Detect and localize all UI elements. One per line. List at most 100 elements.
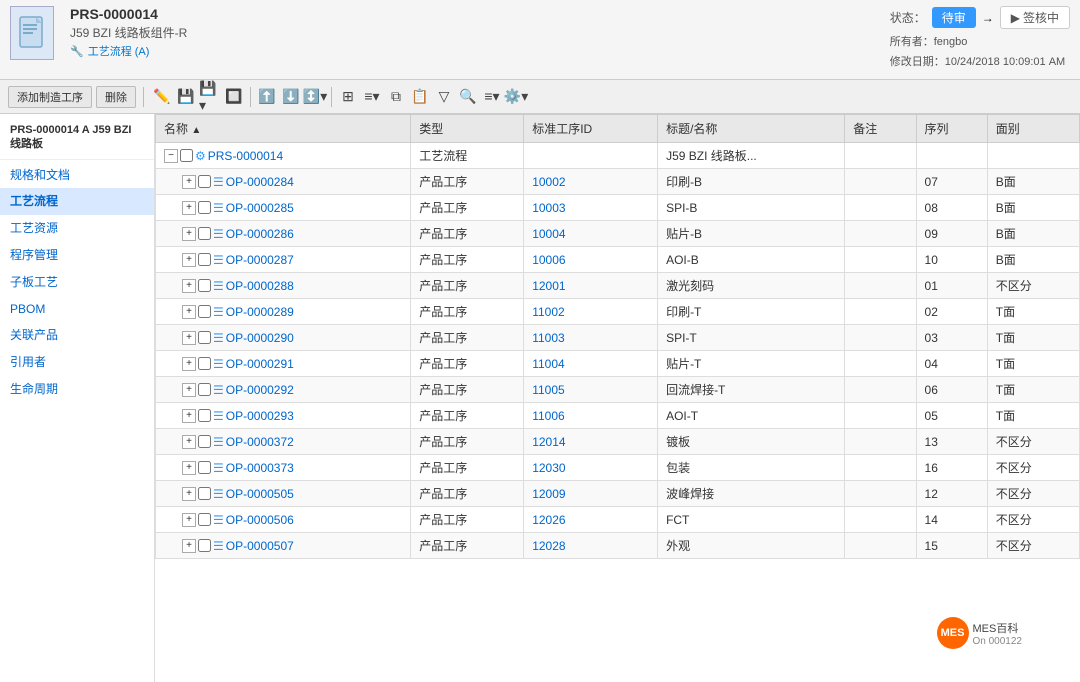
preview-icon[interactable]: 🔲 — [223, 86, 245, 108]
expand-btn-2[interactable]: + — [182, 227, 196, 241]
row-name-link-5[interactable]: OP-0000289 — [226, 305, 294, 319]
row-checkbox-8[interactable] — [198, 383, 211, 396]
row-name-link-3[interactable]: OP-0000287 — [226, 253, 294, 267]
col-note[interactable]: 备注 — [845, 115, 916, 143]
row-checkbox-3[interactable] — [198, 253, 211, 266]
move-down-icon[interactable]: ⬇️ — [280, 86, 302, 108]
more-icon[interactable]: ≡▾ — [481, 86, 503, 108]
row-note-8 — [845, 377, 916, 403]
col-title[interactable]: 标题/名称 — [658, 115, 845, 143]
row-name-link-7[interactable]: OP-0000291 — [226, 357, 294, 371]
expand-btn-12[interactable]: + — [182, 487, 196, 501]
sidebar-item-references[interactable]: 引用者 — [0, 349, 154, 376]
root-note — [845, 143, 916, 169]
expand-btn-1[interactable]: + — [182, 201, 196, 215]
expand-btn-4[interactable]: + — [182, 279, 196, 293]
row-checkbox-11[interactable] — [198, 461, 211, 474]
sidebar-item-process[interactable]: 工艺流程 — [0, 188, 154, 215]
status-normal-label: 签核中 — [1023, 9, 1059, 26]
row-checkbox-4[interactable] — [198, 279, 211, 292]
row-checkbox-12[interactable] — [198, 487, 211, 500]
row-note-9 — [845, 403, 916, 429]
row-name-link-1[interactable]: OP-0000285 — [226, 201, 294, 215]
add-operation-button[interactable]: 添加制造工序 — [8, 86, 92, 108]
expand-btn-11[interactable]: + — [182, 461, 196, 475]
row-checkbox-14[interactable] — [198, 539, 211, 552]
toolbar: 添加制造工序 删除 ✏️ 💾 💾▾ 🔲 ⬆️ ⬇️ ↕️▾ ⊞ ≡▾ ⧉ 📋 ▽… — [0, 80, 1080, 114]
row-std-id-0: 10002 — [524, 169, 658, 195]
col-face[interactable]: 面别 — [987, 115, 1079, 143]
row-checkbox-2[interactable] — [198, 227, 211, 240]
expand-btn-0[interactable]: + — [182, 175, 196, 189]
row-name-link-12[interactable]: OP-0000505 — [226, 487, 294, 501]
sidebar-item-pbom[interactable]: PBOM — [0, 296, 154, 323]
sidebar-item-specs[interactable]: 规格和文档 — [0, 162, 154, 189]
sidebar-item-related[interactable]: 关联产品 — [0, 322, 154, 349]
row-checkbox-10[interactable] — [198, 435, 211, 448]
sidebar-item-lifecycle[interactable]: 生命周期 — [0, 376, 154, 403]
row-std-id-10: 12014 — [524, 429, 658, 455]
status-normal-button[interactable]: ▶ 签核中 — [1000, 6, 1070, 29]
col-std-id[interactable]: 标准工序ID — [524, 115, 658, 143]
expand-btn-7[interactable]: + — [182, 357, 196, 371]
copy-icon[interactable]: ⧉ — [385, 86, 407, 108]
row-name-link-9[interactable]: OP-0000293 — [226, 409, 294, 423]
filter-icon[interactable]: ▽ — [433, 86, 455, 108]
expand-btn-6[interactable]: + — [182, 331, 196, 345]
expand-btn-9[interactable]: + — [182, 409, 196, 423]
sidebar-item-resources[interactable]: 工艺资源 — [0, 215, 154, 242]
save-icon[interactable]: 💾 — [175, 86, 197, 108]
row-checkbox-5[interactable] — [198, 305, 211, 318]
grid-view-icon[interactable]: ⊞ — [337, 86, 359, 108]
row-checkbox-1[interactable] — [198, 201, 211, 214]
root-checkbox[interactable] — [180, 149, 193, 162]
op-icon-11: ☰ — [213, 461, 224, 475]
expand-btn-5[interactable]: + — [182, 305, 196, 319]
expand-btn-3[interactable]: + — [182, 253, 196, 267]
row-name-link-13[interactable]: OP-0000506 — [226, 513, 294, 527]
status-active-button[interactable]: 待审 — [932, 7, 976, 28]
root-name-link[interactable]: PRS-0000014 — [208, 149, 283, 163]
save-options-icon[interactable]: 💾▾ — [199, 86, 221, 108]
row-checkbox-13[interactable] — [198, 513, 211, 526]
sidebar-breadcrumb[interactable]: PRS-0000014 A J59 BZI 线路板 — [0, 118, 154, 157]
paste-icon[interactable]: 📋 — [409, 86, 431, 108]
move-up-icon[interactable]: ⬆️ — [256, 86, 278, 108]
col-type[interactable]: 类型 — [411, 115, 524, 143]
delete-button[interactable]: 删除 — [96, 86, 136, 108]
op-icon-12: ☰ — [213, 487, 224, 501]
row-name-link-2[interactable]: OP-0000286 — [226, 227, 294, 241]
settings-icon[interactable]: ⚙️▾ — [505, 86, 527, 108]
row-title-14: 外观 — [658, 533, 845, 559]
row-checkbox-7[interactable] — [198, 357, 211, 370]
watermark-logo: MES — [937, 617, 969, 649]
sidebar-item-program[interactable]: 程序管理 — [0, 242, 154, 269]
row-name-link-14[interactable]: OP-0000507 — [226, 539, 294, 553]
edit-icon[interactable]: ✏️ — [151, 86, 173, 108]
row-checkbox-0[interactable] — [198, 175, 211, 188]
sidebar-item-subboard[interactable]: 子板工艺 — [0, 269, 154, 296]
row-name-link-11[interactable]: OP-0000373 — [226, 461, 294, 475]
row-name-link-6[interactable]: OP-0000290 — [226, 331, 294, 345]
expand-btn-14[interactable]: + — [182, 539, 196, 553]
list-view-icon[interactable]: ≡▾ — [361, 86, 383, 108]
row-seq-8: 06 — [916, 377, 987, 403]
expand-root[interactable]: − — [164, 149, 178, 163]
row-title-0: 印刷-B — [658, 169, 845, 195]
row-name-link-4[interactable]: OP-0000288 — [226, 279, 294, 293]
row-checkbox-9[interactable] — [198, 409, 211, 422]
row-name-link-8[interactable]: OP-0000292 — [226, 383, 294, 397]
col-seq[interactable]: 序列 — [916, 115, 987, 143]
row-name-link-0[interactable]: OP-0000284 — [226, 175, 294, 189]
expand-btn-10[interactable]: + — [182, 435, 196, 449]
row-checkbox-6[interactable] — [198, 331, 211, 344]
expand-btn-8[interactable]: + — [182, 383, 196, 397]
col-name[interactable]: 名称 ▲ — [156, 115, 411, 143]
row-title-2: 贴片-B — [658, 221, 845, 247]
sort-icon[interactable]: ↕️▾ — [304, 86, 326, 108]
search-icon[interactable]: 🔍 — [457, 86, 479, 108]
row-name-link-10[interactable]: OP-0000372 — [226, 435, 294, 449]
expand-btn-13[interactable]: + — [182, 513, 196, 527]
row-std-id-1: 10003 — [524, 195, 658, 221]
row-face-6: T面 — [987, 325, 1079, 351]
